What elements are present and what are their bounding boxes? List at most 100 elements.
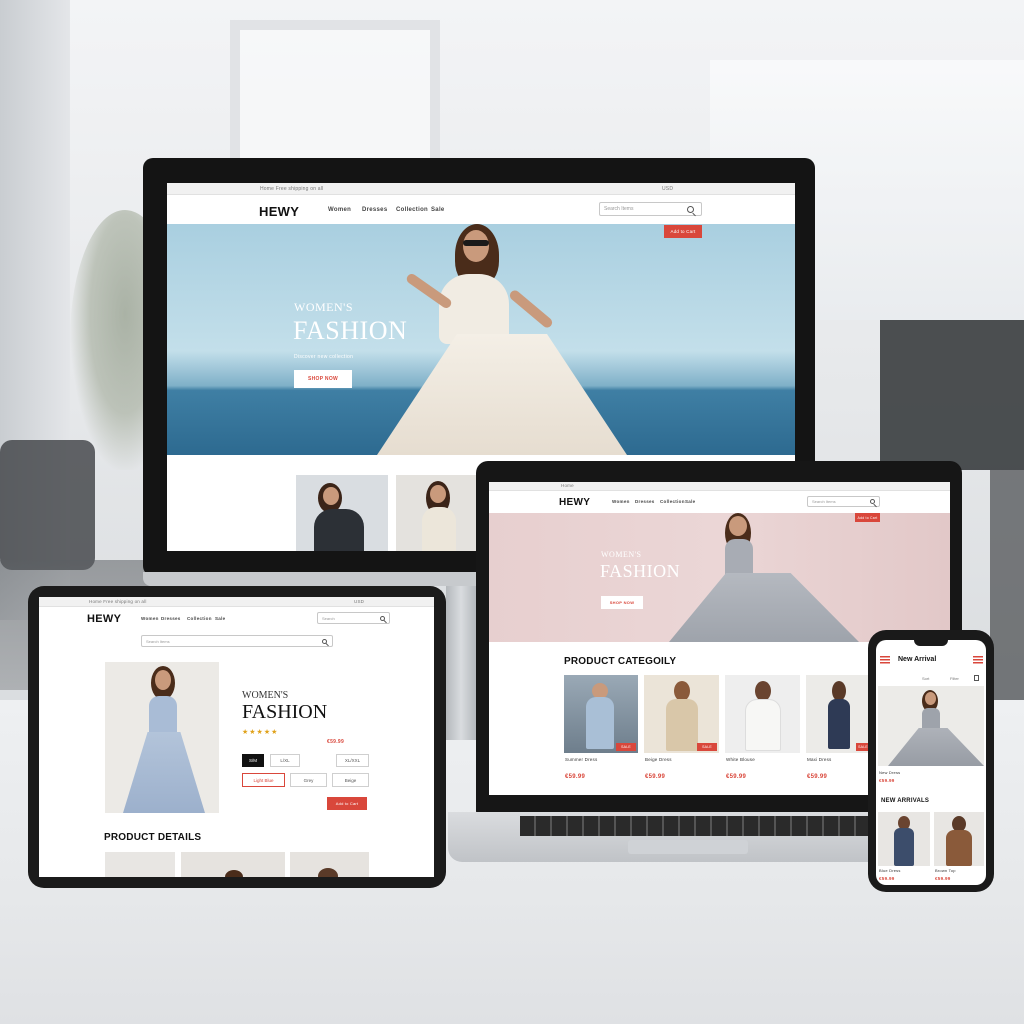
phone-hero-caption[interactable]: New Dress — [879, 770, 900, 775]
main-nav: HEWY Women Dresses Collection Sale Searc… — [39, 607, 434, 631]
product-price-2: €59.99 — [645, 774, 666, 780]
menu-women[interactable]: Women — [328, 207, 351, 213]
hero-kicker: WOMEN'S — [601, 550, 642, 559]
product-image[interactable] — [105, 662, 219, 813]
product-title: FASHION — [242, 701, 328, 723]
rating-stars: ★★★★★ — [242, 729, 279, 736]
search-icon[interactable] — [870, 499, 875, 504]
shop-now-button[interactable]: SHOP NOW — [294, 370, 352, 388]
hero-banner: WOMEN'S FASHION Discover new collection … — [167, 224, 795, 455]
monitor-stand — [446, 586, 476, 740]
phone-title: New Arrival — [898, 656, 937, 663]
hero-subtitle: Discover new collection — [294, 354, 354, 360]
menu-collection[interactable]: Collection — [187, 616, 212, 621]
utility-bar: Home Free shipping on all USD — [167, 183, 795, 195]
office-chair — [0, 440, 95, 570]
filter-link[interactable]: Filter — [950, 676, 959, 681]
shop-now-button[interactable]: SHOP NOW — [601, 596, 643, 609]
product-name-3[interactable]: White Blouse — [726, 757, 755, 762]
search-placeholder: Search Items — [146, 638, 170, 644]
menu-sale[interactable]: Sale — [431, 207, 445, 213]
add-to-cart-button[interactable]: Add to Cart — [327, 797, 367, 810]
blurred-chair-right — [990, 470, 1024, 700]
hero-model-image — [669, 513, 859, 642]
product-price: €59.99 — [327, 739, 345, 745]
detail-image-3[interactable] — [290, 852, 369, 877]
menu-dresses[interactable]: Dresses — [362, 207, 387, 213]
utility-links[interactable]: Home Free shipping on all — [260, 186, 323, 192]
add-to-cart-button[interactable]: Add to Cart — [855, 513, 880, 522]
product-thumb-1[interactable] — [296, 475, 388, 551]
menu-icon[interactable] — [880, 656, 890, 664]
search-icon[interactable] — [687, 206, 694, 213]
search-input[interactable]: Search Items — [807, 496, 880, 507]
phone-item-name-2[interactable]: Brown Top — [935, 868, 956, 873]
product-price-3: €59.99 — [726, 774, 747, 780]
sale-tag: SALE — [616, 743, 636, 751]
detail-image-1[interactable] — [105, 852, 175, 877]
menu-sale[interactable]: Sale — [215, 616, 225, 621]
utility-bar: Home — [489, 482, 950, 491]
phone-item-2[interactable] — [934, 812, 984, 866]
hero-title: FASHION — [600, 561, 681, 581]
size-option-lxl[interactable]: L/XL — [270, 754, 300, 767]
phone-hero-image[interactable] — [878, 686, 984, 766]
menu-dresses[interactable]: Dresses — [161, 616, 181, 621]
phone-item-1[interactable] — [878, 812, 930, 866]
utility-links[interactable]: Home — [561, 483, 574, 488]
add-to-cart-button[interactable]: Add to Cart — [664, 225, 702, 238]
search-placeholder: Search — [322, 615, 335, 621]
product-name-1[interactable]: Summer Dress — [565, 757, 597, 762]
bag-icon[interactable] — [974, 675, 979, 681]
menu-collection[interactable]: Collection — [396, 207, 428, 213]
product-price-4: €59.99 — [807, 774, 828, 780]
utility-links[interactable]: Home Free shipping on all — [89, 599, 147, 604]
color-option-grey[interactable]: Grey — [290, 773, 327, 787]
laptop-trackpad — [628, 840, 748, 854]
sort-link[interactable]: Sort — [922, 676, 929, 681]
main-nav: HEWY Women Dresses Collection Sale Searc… — [489, 491, 950, 513]
menu-collection[interactable]: Collection — [660, 499, 685, 504]
product-card-3[interactable] — [725, 675, 800, 753]
product-card-2[interactable]: SALE — [644, 675, 719, 753]
menu-women[interactable]: Women — [612, 499, 630, 504]
menu-dresses[interactable]: Dresses — [635, 499, 655, 504]
laptop-keyboard — [520, 816, 870, 836]
phone-item-name-1[interactable]: Blue Dress — [879, 868, 901, 873]
product-card-1[interactable]: SALE — [564, 675, 638, 753]
brand-logo[interactable]: HEWY — [87, 613, 121, 625]
search-icon[interactable] — [380, 615, 385, 621]
size-option-xlxxl[interactable]: XL/XXL — [336, 754, 369, 767]
currency-selector[interactable]: USD — [662, 186, 673, 192]
color-option-beige[interactable]: Beige — [332, 773, 369, 787]
search-input[interactable]: Search Items — [599, 202, 702, 216]
product-search-input[interactable]: Search Items — [141, 635, 333, 647]
search-placeholder: Search Items — [604, 206, 634, 212]
product-thumb-2[interactable] — [396, 475, 476, 551]
section-title: PRODUCT CATEGOILY — [564, 656, 677, 667]
utility-bar: Home Free shipping on all USD — [39, 597, 434, 607]
sale-tag: SALE — [697, 743, 717, 751]
phone-item-price-2: €59.99 — [935, 876, 951, 881]
search-input[interactable]: Search — [317, 612, 390, 624]
detail-image-2[interactable] — [181, 852, 285, 877]
hero-kicker: WOMEN'S — [294, 300, 353, 314]
blurred-monitor-right — [880, 320, 1024, 470]
product-card-4[interactable]: SALE — [806, 675, 871, 753]
currency-selector[interactable]: USD — [354, 599, 364, 604]
color-option-light-blue[interactable]: Light Blue — [242, 773, 285, 787]
menu-women[interactable]: Women — [141, 616, 159, 621]
search-icon[interactable] — [322, 638, 327, 644]
size-option-sm[interactable]: S/M — [242, 754, 264, 767]
section-title: PRODUCT DETAILS — [104, 832, 202, 843]
hero-title: FASHION — [293, 316, 408, 345]
hamburger-icon[interactable] — [973, 656, 983, 664]
phone-item-price-1: €59.99 — [879, 876, 895, 881]
product-price-1: €59.99 — [565, 774, 586, 780]
product-name-4[interactable]: Maxi Dress — [807, 757, 832, 762]
menu-sale[interactable]: Sale — [685, 499, 695, 504]
tablet-screen: Home Free shipping on all USD HEWY Women… — [39, 597, 434, 877]
brand-logo[interactable]: HEWY — [559, 497, 590, 508]
brand-logo[interactable]: HEWY — [259, 204, 299, 219]
product-name-2[interactable]: Beige Dress — [645, 757, 672, 762]
